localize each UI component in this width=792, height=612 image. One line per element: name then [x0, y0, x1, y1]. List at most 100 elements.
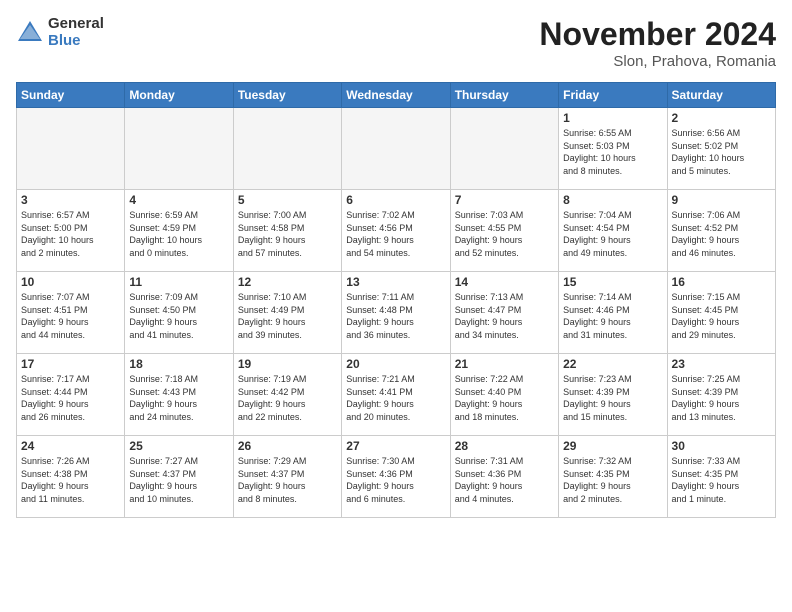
- day-number: 16: [672, 275, 771, 289]
- day-info: Sunrise: 6:55 AM Sunset: 5:03 PM Dayligh…: [563, 127, 662, 177]
- calendar-cell: 24 Sunrise: 7:26 AM Sunset: 4:38 PM Dayli…: [17, 436, 125, 518]
- calendar-cell: 10 Sunrise: 7:07 AM Sunset: 4:51 PM Dayli…: [17, 272, 125, 354]
- day-info: Sunrise: 7:25 AM Sunset: 4:39 PM Dayligh…: [672, 373, 771, 423]
- weekday-header-saturday: Saturday: [667, 83, 775, 108]
- day-number: 9: [672, 193, 771, 207]
- day-info: Sunrise: 7:32 AM Sunset: 4:35 PM Dayligh…: [563, 455, 662, 505]
- weekday-header-tuesday: Tuesday: [233, 83, 341, 108]
- day-info: Sunrise: 7:26 AM Sunset: 4:38 PM Dayligh…: [21, 455, 120, 505]
- day-number: 28: [455, 439, 554, 453]
- calendar-cell: 21 Sunrise: 7:22 AM Sunset: 4:40 PM Dayli…: [450, 354, 558, 436]
- calendar-cell: 2 Sunrise: 6:56 AM Sunset: 5:02 PM Daylig…: [667, 108, 775, 190]
- weekday-header-row: SundayMondayTuesdayWednesdayThursdayFrid…: [17, 83, 776, 108]
- day-info: Sunrise: 6:56 AM Sunset: 5:02 PM Dayligh…: [672, 127, 771, 177]
- day-number: 5: [238, 193, 337, 207]
- day-number: 3: [21, 193, 120, 207]
- calendar-cell: 28 Sunrise: 7:31 AM Sunset: 4:36 PM Dayli…: [450, 436, 558, 518]
- calendar-cell: [125, 108, 233, 190]
- day-number: 22: [563, 357, 662, 371]
- logo-icon: [16, 19, 44, 47]
- calendar-cell: 7Sunrise: 7:03 AM Sunset: 4:55 PM Daylig…: [450, 190, 558, 272]
- day-number: 21: [455, 357, 554, 371]
- calendar-cell: 14Sunrise: 7:13 AM Sunset: 4:47 PM Dayli…: [450, 272, 558, 354]
- day-number: 14: [455, 275, 554, 289]
- calendar-cell: 17Sunrise: 7:17 AM Sunset: 4:44 PM Dayli…: [17, 354, 125, 436]
- calendar-cell: 25 Sunrise: 7:27 AM Sunset: 4:37 PM Dayli…: [125, 436, 233, 518]
- day-info: Sunrise: 7:07 AM Sunset: 4:51 PM Dayligh…: [21, 291, 120, 341]
- day-number: 8: [563, 193, 662, 207]
- day-info: Sunrise: 7:29 AM Sunset: 4:37 PM Dayligh…: [238, 455, 337, 505]
- day-info: Sunrise: 7:30 AM Sunset: 4:36 PM Dayligh…: [346, 455, 445, 505]
- calendar-cell: [450, 108, 558, 190]
- day-info: Sunrise: 7:09 AM Sunset: 4:50 PM Dayligh…: [129, 291, 228, 341]
- week-row-2: 3 Sunrise: 6:57 AM Sunset: 5:00 PM Daylig…: [17, 190, 776, 272]
- calendar-cell: 16 Sunrise: 7:15 AM Sunset: 4:45 PM Dayli…: [667, 272, 775, 354]
- logo-general-text: General: [48, 16, 104, 33]
- location: Slon, Prahova, Romania: [539, 53, 776, 70]
- day-info: Sunrise: 7:11 AM Sunset: 4:48 PM Dayligh…: [346, 291, 445, 341]
- calendar-cell: 23Sunrise: 7:25 AM Sunset: 4:39 PM Dayli…: [667, 354, 775, 436]
- calendar-cell: 6Sunrise: 7:02 AM Sunset: 4:56 PM Daylig…: [342, 190, 450, 272]
- week-row-3: 10 Sunrise: 7:07 AM Sunset: 4:51 PM Dayli…: [17, 272, 776, 354]
- calendar-cell: 12 Sunrise: 7:10 AM Sunset: 4:49 PM Dayli…: [233, 272, 341, 354]
- weekday-header-thursday: Thursday: [450, 83, 558, 108]
- calendar-cell: 4 Sunrise: 6:59 AM Sunset: 4:59 PM Daylig…: [125, 190, 233, 272]
- day-number: 1: [563, 111, 662, 125]
- day-number: 25: [129, 439, 228, 453]
- day-info: Sunrise: 7:02 AM Sunset: 4:56 PM Dayligh…: [346, 209, 445, 259]
- day-info: Sunrise: 7:15 AM Sunset: 4:45 PM Dayligh…: [672, 291, 771, 341]
- calendar-cell: 20 Sunrise: 7:21 AM Sunset: 4:41 PM Dayli…: [342, 354, 450, 436]
- calendar-cell: 22Sunrise: 7:23 AM Sunset: 4:39 PM Dayli…: [559, 354, 667, 436]
- calendar-cell: 1 Sunrise: 6:55 AM Sunset: 5:03 PM Daylig…: [559, 108, 667, 190]
- day-number: 20: [346, 357, 445, 371]
- day-number: 24: [21, 439, 120, 453]
- weekday-header-wednesday: Wednesday: [342, 83, 450, 108]
- calendar-cell: 27 Sunrise: 7:30 AM Sunset: 4:36 PM Dayli…: [342, 436, 450, 518]
- week-row-5: 24 Sunrise: 7:26 AM Sunset: 4:38 PM Dayli…: [17, 436, 776, 518]
- day-number: 19: [238, 357, 337, 371]
- calendar-cell: 13 Sunrise: 7:11 AM Sunset: 4:48 PM Dayli…: [342, 272, 450, 354]
- calendar-cell: 18Sunrise: 7:18 AM Sunset: 4:43 PM Dayli…: [125, 354, 233, 436]
- day-info: Sunrise: 7:03 AM Sunset: 4:55 PM Dayligh…: [455, 209, 554, 259]
- day-info: Sunrise: 7:17 AM Sunset: 4:44 PM Dayligh…: [21, 373, 120, 423]
- calendar-cell: 9 Sunrise: 7:06 AM Sunset: 4:52 PM Daylig…: [667, 190, 775, 272]
- calendar-cell: 29Sunrise: 7:32 AM Sunset: 4:35 PM Dayli…: [559, 436, 667, 518]
- day-info: Sunrise: 7:21 AM Sunset: 4:41 PM Dayligh…: [346, 373, 445, 423]
- calendar-cell: 19 Sunrise: 7:19 AM Sunset: 4:42 PM Dayli…: [233, 354, 341, 436]
- day-info: Sunrise: 7:06 AM Sunset: 4:52 PM Dayligh…: [672, 209, 771, 259]
- day-info: Sunrise: 6:57 AM Sunset: 5:00 PM Dayligh…: [21, 209, 120, 259]
- logo-blue-text: Blue: [48, 33, 104, 50]
- week-row-4: 17Sunrise: 7:17 AM Sunset: 4:44 PM Dayli…: [17, 354, 776, 436]
- day-info: Sunrise: 7:10 AM Sunset: 4:49 PM Dayligh…: [238, 291, 337, 341]
- day-info: Sunrise: 7:19 AM Sunset: 4:42 PM Dayligh…: [238, 373, 337, 423]
- day-number: 10: [21, 275, 120, 289]
- weekday-header-sunday: Sunday: [17, 83, 125, 108]
- day-info: Sunrise: 7:33 AM Sunset: 4:35 PM Dayligh…: [672, 455, 771, 505]
- weekday-header-friday: Friday: [559, 83, 667, 108]
- calendar-cell: [342, 108, 450, 190]
- day-info: Sunrise: 6:59 AM Sunset: 4:59 PM Dayligh…: [129, 209, 228, 259]
- calendar-table: SundayMondayTuesdayWednesdayThursdayFrid…: [16, 82, 776, 518]
- day-info: Sunrise: 7:14 AM Sunset: 4:46 PM Dayligh…: [563, 291, 662, 341]
- calendar-cell: 15 Sunrise: 7:14 AM Sunset: 4:46 PM Dayli…: [559, 272, 667, 354]
- calendar-cell: 8 Sunrise: 7:04 AM Sunset: 4:54 PM Daylig…: [559, 190, 667, 272]
- day-info: Sunrise: 7:00 AM Sunset: 4:58 PM Dayligh…: [238, 209, 337, 259]
- day-number: 30: [672, 439, 771, 453]
- day-info: Sunrise: 7:04 AM Sunset: 4:54 PM Dayligh…: [563, 209, 662, 259]
- calendar-cell: 11Sunrise: 7:09 AM Sunset: 4:50 PM Dayli…: [125, 272, 233, 354]
- day-info: Sunrise: 7:22 AM Sunset: 4:40 PM Dayligh…: [455, 373, 554, 423]
- day-number: 12: [238, 275, 337, 289]
- day-number: 15: [563, 275, 662, 289]
- day-number: 2: [672, 111, 771, 125]
- title-area: November 2024 Slon, Prahova, Romania: [539, 16, 776, 70]
- day-info: Sunrise: 7:31 AM Sunset: 4:36 PM Dayligh…: [455, 455, 554, 505]
- month-title: November 2024: [539, 16, 776, 53]
- day-number: 27: [346, 439, 445, 453]
- weekday-header-monday: Monday: [125, 83, 233, 108]
- day-number: 26: [238, 439, 337, 453]
- day-number: 4: [129, 193, 228, 207]
- calendar-cell: [233, 108, 341, 190]
- day-info: Sunrise: 7:27 AM Sunset: 4:37 PM Dayligh…: [129, 455, 228, 505]
- calendar-cell: 26 Sunrise: 7:29 AM Sunset: 4:37 PM Dayli…: [233, 436, 341, 518]
- day-number: 13: [346, 275, 445, 289]
